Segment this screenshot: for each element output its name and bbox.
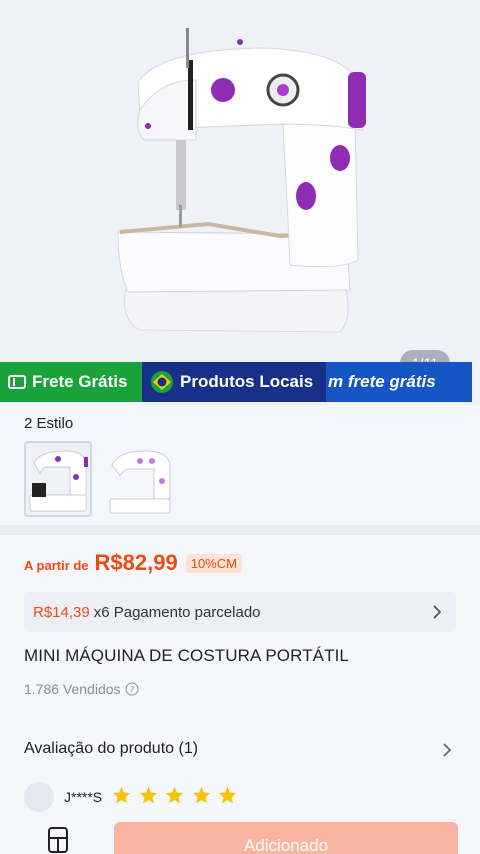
ticket-icon: [8, 375, 26, 389]
promo-banner: Frete Grátis Produtos Locais m frete grá…: [0, 362, 472, 402]
chevron-right-icon: [432, 604, 442, 624]
section-divider: [0, 525, 480, 535]
price-prefix: A partir de: [24, 558, 89, 573]
style-2-thumbnail-image: [109, 450, 171, 514]
add-to-cart-button[interactable]: Adicionado: [114, 822, 458, 854]
installment-amount: R$14,39: [33, 603, 90, 621]
cashback-badge: 10%CM: [185, 554, 242, 573]
sewing-machine-image: [117, 28, 366, 333]
star-icon: [165, 786, 184, 804]
star-rating: [112, 786, 240, 809]
svg-text:?: ?: [129, 686, 134, 696]
sold-count-text: 1.786 Vendidos: [24, 681, 121, 697]
chevron-right-icon: [442, 742, 452, 763]
product-gallery[interactable]: 1/11: [0, 0, 480, 405]
store-icon[interactable]: [46, 826, 70, 854]
style-option-1[interactable]: [24, 441, 92, 517]
sold-count: 1.786 Vendidos ?: [24, 681, 139, 697]
style-option-2[interactable]: [106, 441, 174, 517]
star-icon: [139, 786, 158, 804]
product-title: MINI MÁQUINA DE COSTURA PORTÁTIL: [24, 646, 349, 665]
star-icon: [112, 786, 131, 804]
installment-text: x6 Pagamento parcelado: [93, 603, 261, 621]
local-products-badge: Produtos Locais: [142, 362, 326, 402]
free-shipping-banner: m frete grátis: [326, 362, 472, 402]
installment-row[interactable]: R$14,39 x6 Pagamento parcelado: [24, 592, 456, 632]
free-shipping-banner-text: m frete grátis: [328, 372, 436, 391]
free-shipping-label: Frete Grátis: [32, 372, 128, 391]
price-value: R$82,99: [94, 550, 178, 575]
style-count-label: 2 Estilo: [24, 415, 74, 432]
star-icon: [192, 786, 211, 804]
info-icon[interactable]: ?: [124, 682, 139, 696]
brazil-flag-icon: [150, 370, 174, 394]
price-row: A partir de R$82,99 10%CM: [24, 550, 242, 576]
style-1-thumbnail-image: [26, 443, 90, 515]
avatar: [24, 782, 54, 812]
free-shipping-badge: Frete Grátis: [0, 362, 142, 402]
star-icon: [218, 786, 237, 804]
reviews-title: Avaliação do produto (1): [24, 740, 199, 757]
reviewer-name: J****S: [64, 789, 103, 805]
bottom-action-bar: Adicionado: [0, 818, 480, 854]
style-selector: 2 Estilo: [0, 405, 480, 525]
local-products-label: Produtos Locais: [180, 372, 314, 391]
product-reviews-link[interactable]: Avaliação do produto (1): [24, 740, 456, 762]
review-item: J****S: [24, 782, 240, 812]
